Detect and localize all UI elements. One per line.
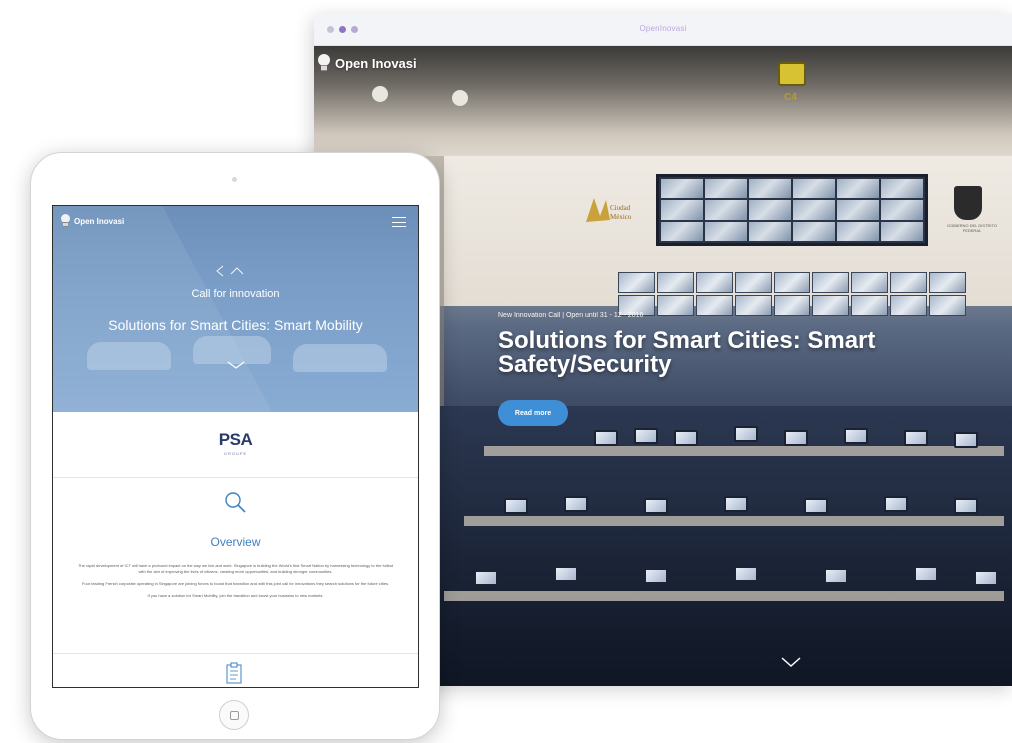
- tablet-device: Open Inovasi Call for innovation Solutio…: [30, 152, 440, 740]
- monitor-icon: [554, 566, 578, 582]
- emblem-text-line2: México: [610, 213, 632, 221]
- tablet-home-button[interactable]: [219, 700, 249, 730]
- hero-photo-ceiling: [314, 46, 1012, 156]
- ciudad-mexico-emblem-icon: Ciudad México: [586, 198, 632, 222]
- desktop-site-logo-text: Open Inovasi: [335, 55, 417, 71]
- overview-section: Overview The rapid development of ICT wi…: [53, 478, 418, 654]
- video-wall-lower: [618, 272, 966, 316]
- tablet-camera: [232, 177, 237, 182]
- overview-paragraph: If you have a solution for Smart Mobilit…: [147, 593, 324, 598]
- overview-paragraph: The rapid development of ICT will have a…: [77, 563, 393, 574]
- monitor-icon: [844, 428, 868, 444]
- monitor-icon: [884, 496, 908, 512]
- emblem-text-line1: Ciudad: [610, 204, 631, 212]
- monitor-icon: [784, 430, 808, 446]
- monitor-icon: [824, 568, 848, 584]
- browser-title: OpenInovasi: [639, 24, 687, 33]
- clipboard-icon: [226, 662, 242, 684]
- monitor-icon: [954, 432, 978, 448]
- desk-row: [464, 516, 1004, 526]
- tablet-site-logo-text: Open Inovasi: [74, 216, 125, 226]
- tablet-site-logo[interactable]: Open Inovasi: [61, 214, 124, 228]
- c4-sign-label: C4: [784, 92, 797, 103]
- ceiling-light-icon: [452, 90, 468, 106]
- psa-logo[interactable]: PSA GROUPE: [53, 430, 418, 456]
- hero-kicker: Call for innovation: [191, 288, 280, 300]
- slider-arrows-icon[interactable]: [214, 264, 246, 278]
- lightbulb-icon: [61, 214, 70, 228]
- search-icon: [225, 492, 246, 513]
- hero-heading: Solutions for Smart Cities: Smart Safety…: [498, 327, 876, 378]
- monitor-icon: [594, 430, 618, 446]
- mockup-stage: OpenInovasi C4 Ciudad México GOBIERNO DE…: [0, 0, 1012, 743]
- chevron-down-icon[interactable]: [780, 654, 802, 670]
- hero-call-meta: New Innovation Call | Open until 31 - 12…: [498, 312, 644, 319]
- monitor-icon: [724, 496, 748, 512]
- psa-logo-sub: GROUPE: [223, 451, 248, 456]
- chevron-down-icon[interactable]: [227, 360, 245, 370]
- tablet-hero-heading: Solutions for Smart Cities: Smart Mobili…: [108, 317, 363, 333]
- ceiling-light-icon: [372, 86, 388, 102]
- video-wall-upper: [656, 174, 928, 246]
- tablet-screen: Open Inovasi Call for innovation Solutio…: [52, 205, 419, 688]
- monitor-icon: [674, 430, 698, 446]
- monitor-icon: [904, 430, 928, 446]
- overview-title: Overview: [210, 535, 261, 549]
- overview-body: The rapid development of ICT will have a…: [75, 563, 396, 605]
- tablet-hero: Open Inovasi Call for innovation Solutio…: [53, 206, 418, 412]
- monitor-icon: [644, 498, 668, 514]
- desk-row: [444, 591, 1004, 601]
- desk-row: [484, 446, 1004, 456]
- psa-logo-text: PSA: [218, 430, 253, 449]
- government-crest-icon: [954, 186, 982, 220]
- monitor-icon: [954, 498, 978, 514]
- crest-caption: GOBIERNO DEL DISTRITO FEDERAL: [946, 223, 997, 233]
- read-more-button[interactable]: Read more: [498, 400, 568, 426]
- partner-logo-section: PSA GROUPE: [53, 412, 418, 478]
- lightbulb-icon: [318, 54, 330, 72]
- monitor-icon: [504, 498, 528, 514]
- monitor-icon: [634, 428, 658, 444]
- home-button-square-icon: [230, 711, 239, 720]
- hamburger-menu-icon[interactable]: [392, 217, 406, 227]
- monitor-icon: [804, 498, 828, 514]
- monitor-icon: [734, 426, 758, 442]
- browser-title-bar: OpenInovasi: [314, 14, 1012, 46]
- monitor-icon: [734, 566, 758, 582]
- monitor-icon: [474, 570, 498, 586]
- overview-paragraph: Four leading French corporate operating …: [81, 581, 390, 586]
- monitor-icon: [974, 570, 998, 586]
- monitor-icon: [644, 568, 668, 584]
- c4-sign-icon: [778, 62, 806, 86]
- desktop-site-logo[interactable]: Open Inovasi: [318, 54, 417, 72]
- monitor-icon: [564, 496, 588, 512]
- monitor-icon: [914, 566, 938, 582]
